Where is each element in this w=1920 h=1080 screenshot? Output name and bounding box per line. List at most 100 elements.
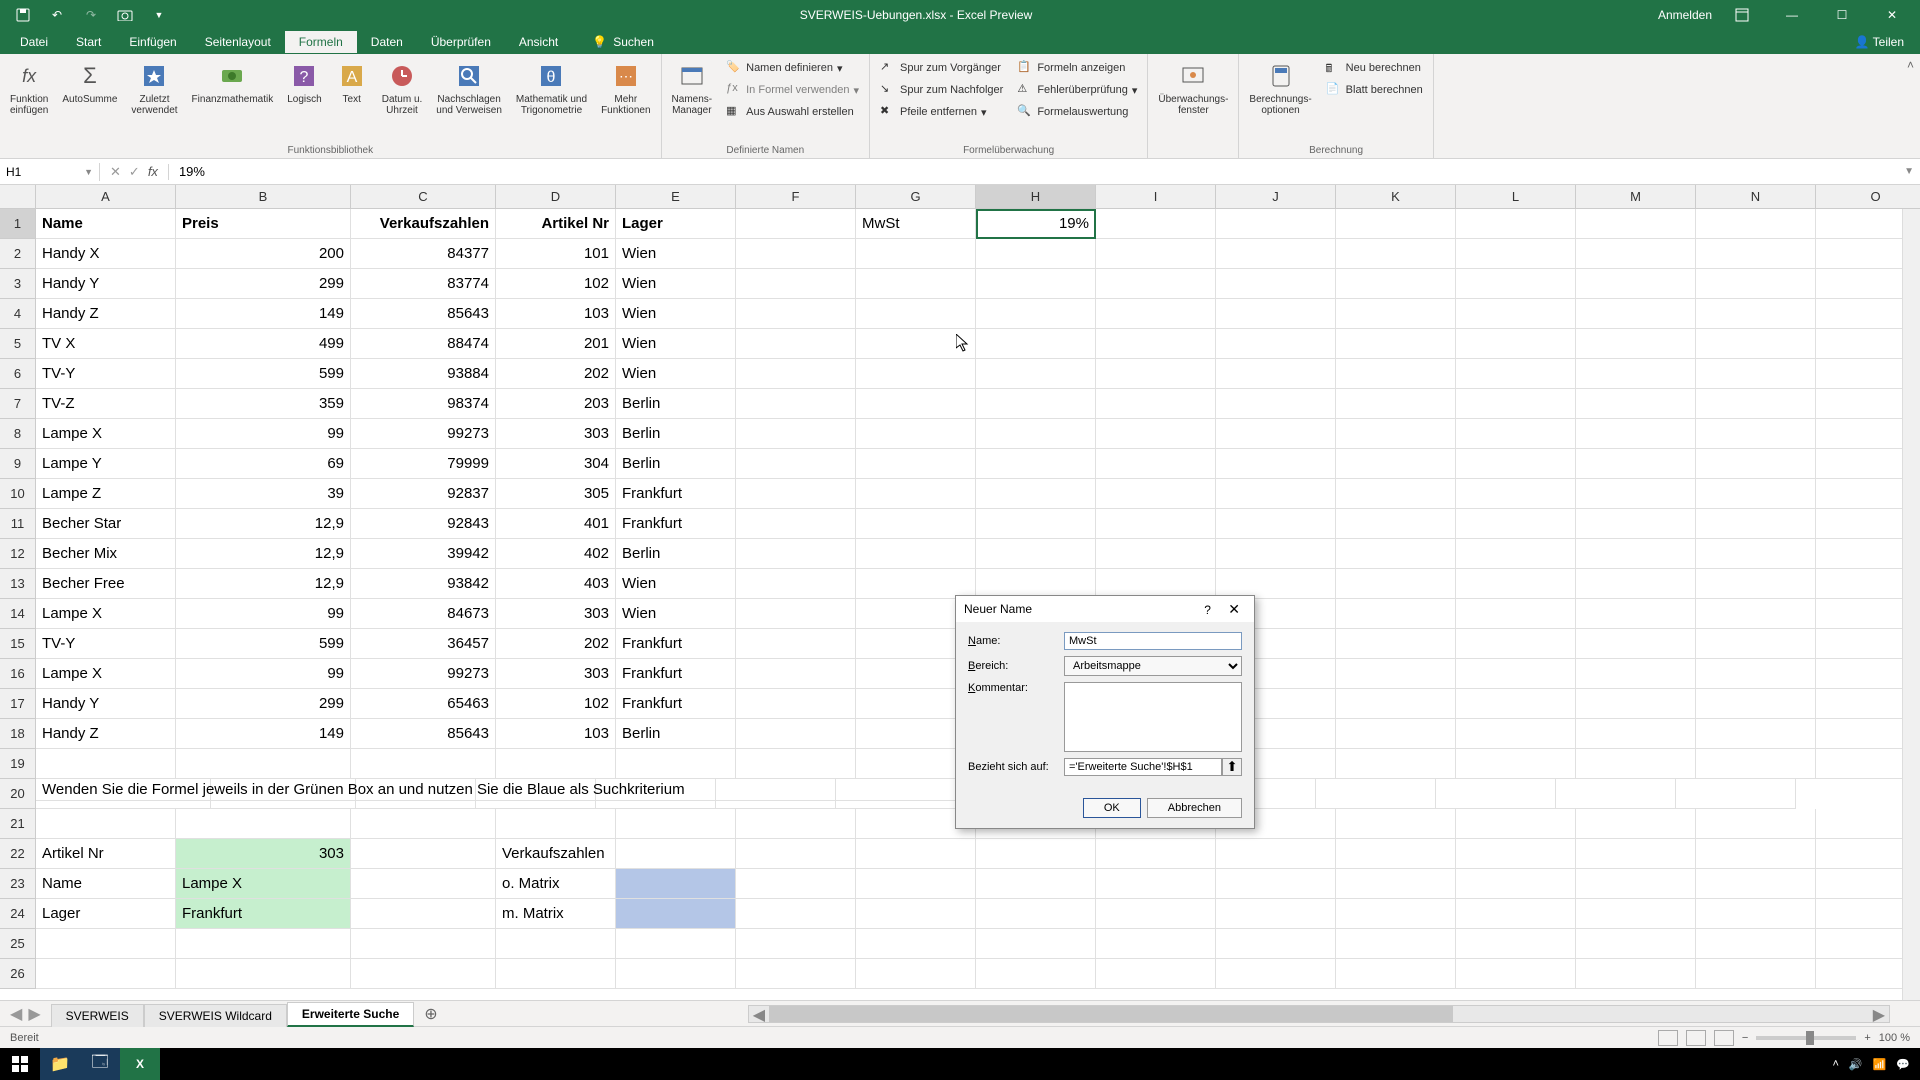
cell-N19[interactable]: [1696, 749, 1816, 779]
cell-K15[interactable]: [1336, 629, 1456, 659]
cell-K21[interactable]: [1336, 809, 1456, 839]
cell-C17[interactable]: 65463: [351, 689, 496, 719]
col-header-M[interactable]: M: [1576, 185, 1696, 209]
cell-K25[interactable]: [1336, 929, 1456, 959]
cell-M1[interactable]: [1576, 209, 1696, 239]
cell-M9[interactable]: [1576, 449, 1696, 479]
cell-N1[interactable]: [1696, 209, 1816, 239]
cell-K2[interactable]: [1336, 239, 1456, 269]
col-header-F[interactable]: F: [736, 185, 856, 209]
cancel-formula-icon[interactable]: ✕: [110, 164, 121, 180]
cell-H7[interactable]: [976, 389, 1096, 419]
cell-C3[interactable]: 83774: [351, 269, 496, 299]
cell-A9[interactable]: Lampe Y: [36, 449, 176, 479]
cell-D5[interactable]: 201: [496, 329, 616, 359]
cell-A2[interactable]: Handy X: [36, 239, 176, 269]
define-name-button[interactable]: 🏷️Namen definieren ▾: [722, 58, 863, 78]
row-header-11[interactable]: 11: [0, 509, 36, 539]
cell-I8[interactable]: [1096, 419, 1216, 449]
cell-A19[interactable]: [36, 749, 176, 779]
row-header-9[interactable]: 9: [0, 449, 36, 479]
cell-J9[interactable]: [1216, 449, 1336, 479]
cell-C25[interactable]: [351, 929, 496, 959]
autosave-icon[interactable]: [8, 3, 38, 27]
accept-formula-icon[interactable]: ✓: [129, 164, 140, 180]
autosum-button[interactable]: Σ AutoSumme: [58, 58, 121, 107]
cell-L3[interactable]: [1456, 269, 1576, 299]
cell-J22[interactable]: [1216, 839, 1336, 869]
cell-B9[interactable]: 69: [176, 449, 351, 479]
zoom-slider[interactable]: [1756, 1036, 1856, 1040]
cell-I22[interactable]: [1096, 839, 1216, 869]
excel-taskbar-icon[interactable]: X: [120, 1048, 160, 1080]
cell-B7[interactable]: 359: [176, 389, 351, 419]
row-header-7[interactable]: 7: [0, 389, 36, 419]
cell-L10[interactable]: [1456, 479, 1576, 509]
cell-M17[interactable]: [1576, 689, 1696, 719]
cell-A4[interactable]: Handy Z: [36, 299, 176, 329]
calc-sheet-button[interactable]: 📄Blatt berechnen: [1322, 80, 1427, 100]
spreadsheet-grid[interactable]: ABCDEFGHIJKLMNO 123456789101112131415161…: [0, 185, 1920, 1000]
cell-N2[interactable]: [1696, 239, 1816, 269]
logical-button[interactable]: ? Logisch: [283, 58, 325, 107]
cell-L17[interactable]: [1456, 689, 1576, 719]
cell-F13[interactable]: [736, 569, 856, 599]
network-icon[interactable]: 📶: [1873, 1058, 1887, 1071]
text-functions-button[interactable]: A Text: [332, 58, 372, 107]
cell-K13[interactable]: [1336, 569, 1456, 599]
cell-E13[interactable]: Wien: [616, 569, 736, 599]
cell-A5[interactable]: TV X: [36, 329, 176, 359]
cell-H23[interactable]: [976, 869, 1096, 899]
cell-K17[interactable]: [1336, 689, 1456, 719]
sheet-tab-1[interactable]: SVERWEIS Wildcard: [144, 1004, 287, 1027]
ribbon-mode-icon[interactable]: [1722, 0, 1762, 30]
cell-G4[interactable]: [856, 299, 976, 329]
cell-K5[interactable]: [1336, 329, 1456, 359]
error-checking-button[interactable]: ⚠Fehlerüberprüfung ▾: [1013, 80, 1141, 100]
cell-K26[interactable]: [1336, 959, 1456, 989]
calc-now-button[interactable]: 🖩Neu berechnen: [1322, 58, 1427, 78]
cell-A23[interactable]: Name: [36, 869, 176, 899]
cell-E18[interactable]: Berlin: [616, 719, 736, 749]
cell-D19[interactable]: [496, 749, 616, 779]
cell-E21[interactable]: [616, 809, 736, 839]
cell-L5[interactable]: [1456, 329, 1576, 359]
col-header-E[interactable]: E: [616, 185, 736, 209]
login-link[interactable]: Anmelden: [1658, 8, 1712, 22]
cell-A13[interactable]: Becher Free: [36, 569, 176, 599]
app-icon[interactable]: 🗔: [80, 1048, 120, 1080]
cell-K23[interactable]: [1336, 869, 1456, 899]
cell-D11[interactable]: 401: [496, 509, 616, 539]
cell-C22[interactable]: [351, 839, 496, 869]
cell-C4[interactable]: 85643: [351, 299, 496, 329]
cell-A22[interactable]: Artikel Nr: [36, 839, 176, 869]
cell-B23[interactable]: Lampe X: [176, 869, 351, 899]
cell-B22[interactable]: 303: [176, 839, 351, 869]
cell-B17[interactable]: 299: [176, 689, 351, 719]
cell-M2[interactable]: [1576, 239, 1696, 269]
cell-G10[interactable]: [856, 479, 976, 509]
cell-E12[interactable]: Berlin: [616, 539, 736, 569]
cell-F22[interactable]: [736, 839, 856, 869]
row-header-14[interactable]: 14: [0, 599, 36, 629]
row-header-19[interactable]: 19: [0, 749, 36, 779]
cell-I11[interactable]: [1096, 509, 1216, 539]
cell-G9[interactable]: [856, 449, 976, 479]
cell-D22[interactable]: Verkaufszahlen: [496, 839, 616, 869]
col-header-A[interactable]: A: [36, 185, 176, 209]
col-header-H[interactable]: H: [976, 185, 1096, 209]
cell-C26[interactable]: [351, 959, 496, 989]
row-header-8[interactable]: 8: [0, 419, 36, 449]
cell-J12[interactable]: [1216, 539, 1336, 569]
remove-arrows-button[interactable]: ✖Pfeile entfernen ▾: [876, 102, 1007, 122]
notifications-icon[interactable]: 💬: [1896, 1058, 1910, 1071]
row-header-21[interactable]: 21: [0, 809, 36, 839]
cell-K18[interactable]: [1336, 719, 1456, 749]
cell-E23[interactable]: [616, 869, 736, 899]
cell-C8[interactable]: 99273: [351, 419, 496, 449]
cell-N13[interactable]: [1696, 569, 1816, 599]
cell-L16[interactable]: [1456, 659, 1576, 689]
cell-J6[interactable]: [1216, 359, 1336, 389]
more-functions-button[interactable]: ⋯ Mehr Funktionen: [597, 58, 654, 118]
row-header-5[interactable]: 5: [0, 329, 36, 359]
